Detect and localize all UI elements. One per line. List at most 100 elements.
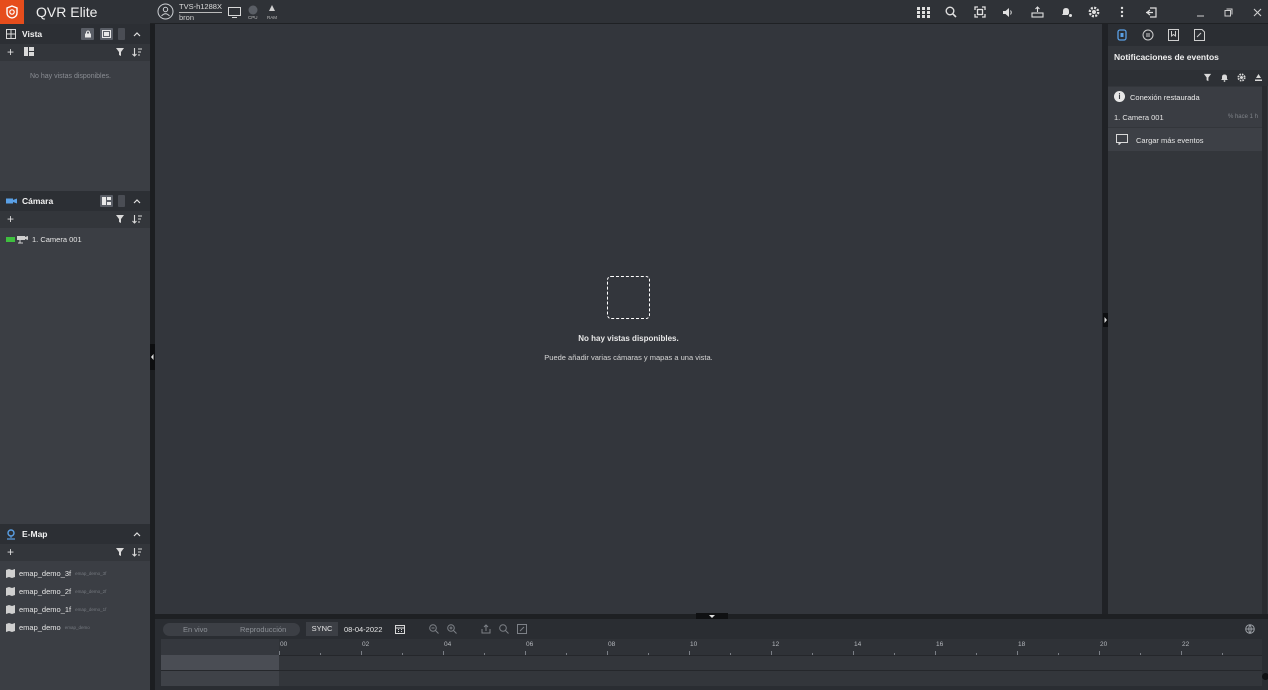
camera-view-button[interactable] [100,195,113,207]
search-playback-icon[interactable] [499,624,509,634]
vista-empty-text: No hay vistas disponibles. [30,73,111,80]
map-icon [6,569,15,578]
settings-gear-icon[interactable] [1237,73,1246,82]
logout-icon[interactable] [1143,4,1159,20]
right-panel: Notificaciones de eventos i Conexión res… [1108,24,1268,614]
filter-icon[interactable] [115,214,126,225]
filter-icon[interactable] [115,547,126,558]
tab-notes[interactable] [1193,28,1206,41]
tick-label: 10 [690,641,698,648]
camara-header[interactable]: Cámara [0,191,150,211]
right-panel-tabs [1108,24,1268,46]
notifications-scrollbar[interactable] [1262,86,1267,614]
vista-list: No hay vistas disponibles. [0,61,150,191]
volume-icon[interactable] [1000,4,1016,20]
list-item[interactable]: emap_demo emap_demo [6,623,90,632]
restore-icon[interactable] [1220,4,1236,20]
timeline-divider [161,670,1262,671]
notifications-toolbar [1108,70,1268,86]
left-panel: Vista + No hay vistas disponibles. Cámar… [0,24,150,690]
zoom-in-icon[interactable] [447,624,457,634]
sort-icon[interactable] [132,547,143,558]
online-status-icon [6,237,15,242]
zoom-out-icon[interactable] [429,624,439,634]
notification-message: Conexión restaurada [1130,93,1200,102]
tab-event-notifications[interactable] [1115,28,1128,41]
emap-subtitle: emap_demo_2f [75,589,107,594]
sort-icon[interactable] [132,214,143,225]
emap-name: emap_demo [19,623,61,632]
clear-notifications-icon[interactable] [1254,73,1263,82]
emap-name: emap_demo_2f [19,587,72,596]
notification-item[interactable]: i Conexión restaurada 1. Camera 001 % ha… [1108,87,1262,127]
collapse-vista-icon[interactable] [132,29,142,39]
view-layout-icon[interactable] [24,47,35,58]
tick-label: 16 [936,641,944,648]
monitor-icon[interactable] [226,4,242,20]
grid-layout-icon[interactable] [915,4,931,20]
tick-label: 12 [772,641,780,648]
list-item[interactable]: emap_demo_3f emap_demo_3f [6,569,106,578]
list-item[interactable]: 1. Camera 001 [6,235,82,244]
qvr-logo-icon [0,0,24,24]
vista-title: Vista [22,29,43,39]
tick-label: 04 [444,641,452,648]
mode-live[interactable]: En vivo [183,625,208,634]
sync-button[interactable]: SYNC [306,622,338,636]
view-mode-dropdown[interactable] [118,28,125,40]
list-item[interactable]: emap_demo_2f emap_demo_2f [6,587,106,596]
alarm-bell-icon[interactable] [1058,4,1074,20]
notifications-title: Notificaciones de eventos [1114,52,1219,62]
tick-label: 08 [608,641,616,648]
collapse-camara-icon[interactable] [132,196,142,206]
date-display[interactable]: 08-04-2022 [344,625,382,634]
collapse-emap-icon[interactable] [132,529,142,539]
tab-status[interactable] [1141,28,1154,41]
timeline-panel: En vivo Reproducción SYNC 08-04-2022 00 … [155,619,1268,690]
load-more-events-button[interactable]: Cargar más eventos [1108,128,1262,151]
empty-view-placeholder-icon [607,276,650,319]
add-emap-icon[interactable]: + [7,546,14,558]
timeline-ruler[interactable]: 00 02 04 06 08 10 12 14 16 18 20 22 [279,639,1262,655]
nas-name[interactable]: TVS-h1288X [179,2,222,13]
tick-label: 00 [280,641,288,648]
search-icon[interactable] [943,4,959,20]
broadcast-icon[interactable] [1029,4,1045,20]
vista-header[interactable]: Vista [0,24,150,44]
sort-icon[interactable] [132,47,143,58]
load-more-icon [1116,134,1128,146]
resize-grip-icon[interactable] [1262,673,1268,680]
nas-account-icon[interactable] [157,3,174,20]
globe-icon[interactable] [1245,624,1255,635]
view-mode-button[interactable] [100,28,113,40]
timeline[interactable]: 00 02 04 06 08 10 12 14 16 18 20 22 [161,639,1262,686]
ram-label: RAM [267,15,277,20]
mode-playback[interactable]: Reproducción [240,625,286,634]
export-icon[interactable] [481,624,491,634]
filter-icon[interactable] [1203,73,1212,82]
fullscreen-icon[interactable] [972,4,988,20]
tick-label: 02 [362,641,370,648]
calendar-icon[interactable] [395,624,405,634]
emap-list: emap_demo_3f emap_demo_3f emap_demo_2f e… [0,561,150,690]
timeline-label-cell [161,655,279,670]
tick-label: 22 [1182,641,1190,648]
close-icon[interactable] [1249,4,1265,20]
settings-gear-icon[interactable] [1086,4,1102,20]
more-options-icon[interactable] [1114,4,1130,20]
camera-view-dropdown[interactable] [118,195,125,207]
minimize-icon[interactable] [1192,4,1208,20]
emap-header[interactable]: E-Map [0,524,150,544]
map-icon [6,587,15,596]
lock-view-button[interactable] [81,28,94,40]
filter-icon[interactable] [115,47,126,58]
add-view-icon[interactable]: + [7,46,14,58]
list-item[interactable]: emap_demo_1f emap_demo_1f [6,605,106,614]
vista-toolbar: + [0,44,150,61]
tab-bookmarks[interactable] [1167,28,1180,41]
add-camera-icon[interactable]: + [7,213,14,225]
mute-bell-icon[interactable] [1220,73,1229,82]
timeline-label-cell [161,670,279,686]
snapshot-icon[interactable] [517,624,527,634]
live-playback-toggle[interactable]: En vivo Reproducción [163,623,300,636]
